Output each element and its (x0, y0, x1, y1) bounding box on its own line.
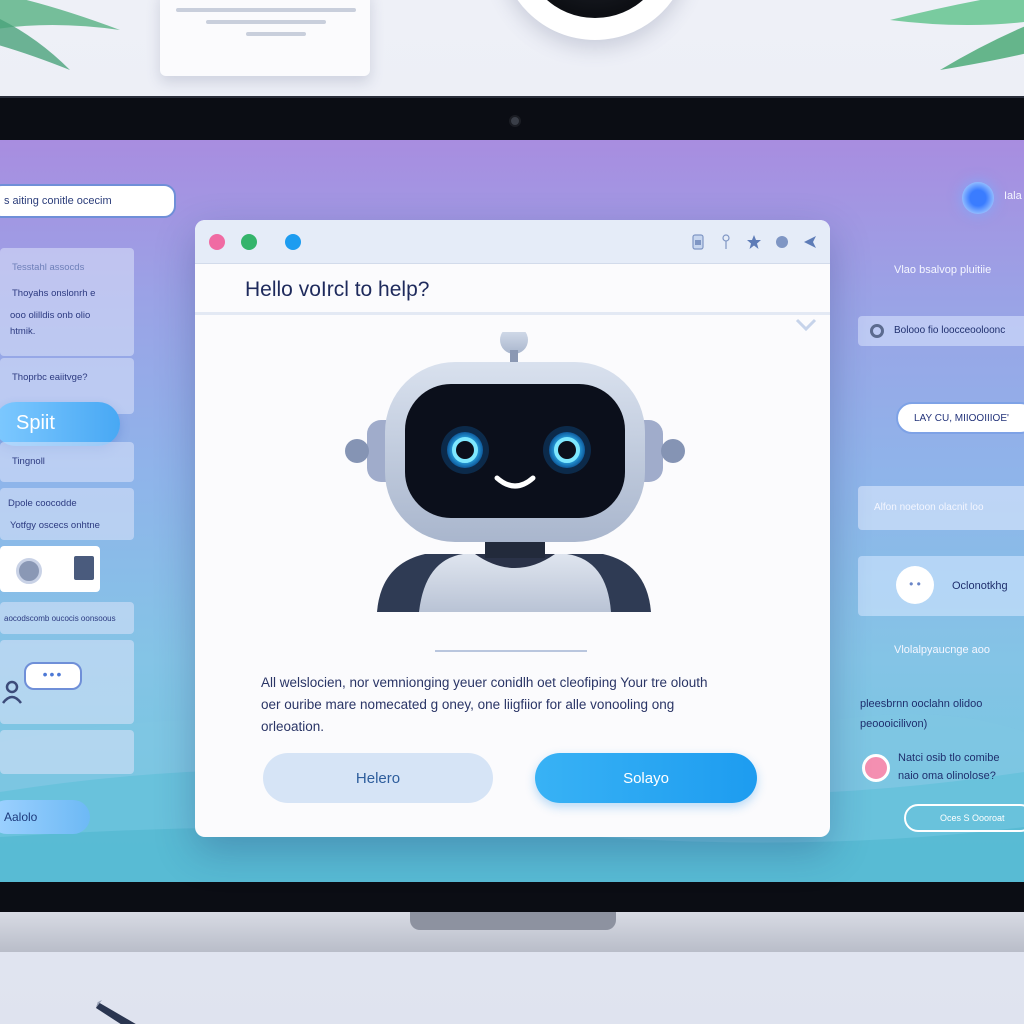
right-line-2: Vlolalpyaucnge aoo (894, 644, 991, 656)
left-card-2-line: Thoprbc eaiitvge? (12, 372, 88, 383)
left-card-1-line-4: htmik. (10, 326, 36, 337)
right-pink-avatar-icon (862, 754, 890, 782)
left-card-1-line-2: Thoyahs onslonrh e (12, 288, 96, 299)
left-card-1-line-3: ooo olilldis onb olio (10, 310, 91, 321)
right-row-text: Bolooo fio loocceooloonc (894, 325, 1006, 336)
left-chat-bubble: s aiting conitle ocecim (0, 184, 176, 218)
right-row-item[interactable]: Bolooo fio loocceooloonc (858, 316, 1024, 346)
right-line-4: peoooicilivon) (860, 718, 928, 730)
left-card-4[interactable]: Dpole coocodde Yotfgy oscecs onhtne (0, 488, 134, 540)
content-divider (435, 650, 587, 652)
person-icon (2, 680, 22, 704)
title-divider (195, 312, 830, 315)
left-card-1-line-1: Tesstahl assocds (12, 262, 85, 273)
doc-icon[interactable] (690, 234, 706, 250)
right-pink-text-2: naio oma olinolose? (898, 770, 996, 782)
dialog-titlebar (195, 220, 830, 264)
right-card-2-dots-icon: • • (896, 566, 934, 604)
toggle-knob[interactable] (16, 558, 42, 584)
desk-note-card (160, 0, 370, 76)
coffee-mug (500, 0, 690, 40)
laptop-hinge-notch (410, 912, 616, 930)
left-card-4-line-2: Yotfgy oscecs onhtne (10, 520, 100, 531)
right-card-text: Alfon noetoon olacnit loo (874, 502, 984, 513)
robot-mascot-illustration (345, 332, 685, 612)
toggle-square-icon (74, 556, 94, 580)
pen-decoration (96, 1000, 136, 1024)
left-card-1[interactable]: Tesstahl assocds Thoyahs onslonrh e ooo … (0, 248, 134, 356)
assistant-dialog: Hello voIrcl to help? All welslocien, no… (195, 220, 830, 837)
right-top-text: Iala (1004, 190, 1022, 202)
assistant-orb-icon[interactable] (962, 182, 994, 214)
left-card-5-line: aocodscomb oucocis oonsoous (4, 614, 116, 623)
dialog-title: Hello voIrcl to help? (245, 278, 430, 301)
primary-button[interactable]: Solayo (535, 753, 757, 803)
webcam (509, 115, 521, 127)
dialog-body-text: All welslocien, nor vemnionging yeuer co… (261, 675, 708, 734)
left-bottom-pill-button[interactable]: Aalolo (0, 800, 90, 834)
left-card-3-line: Tingnoll (12, 456, 45, 467)
left-card-3[interactable]: Tingnoll (0, 442, 134, 482)
send-icon[interactable] (802, 234, 818, 250)
window-minimize-dot[interactable] (241, 234, 257, 250)
right-line-3: pleesbrnn ooclahn olidoo (860, 698, 983, 710)
split-button[interactable]: Spiit (0, 402, 120, 446)
right-card-2[interactable]: • • Oclonotkhg (858, 556, 1024, 616)
right-outline-button[interactable]: Oces S Oooroat (904, 804, 1024, 832)
palm-leaf-left-decoration (0, 0, 120, 70)
circle-icon[interactable] (774, 234, 790, 250)
left-card-5[interactable]: aocodscomb oucocis oonsoous (0, 602, 134, 634)
pin-icon[interactable] (718, 234, 734, 250)
chevron-down-icon[interactable] (795, 318, 817, 332)
left-card-4-line-1: Dpole coocodde (8, 498, 77, 509)
right-line-1: Vlao bsalvop pluitiie (894, 264, 992, 276)
palm-leaf-right-decoration (890, 0, 1024, 70)
right-row-circle-icon (870, 324, 884, 338)
right-pill-input[interactable]: LAY CU, MIIOOIIIOE' (896, 402, 1024, 434)
left-card-7[interactable] (0, 730, 134, 774)
window-close-dot[interactable] (209, 234, 225, 250)
window-maximize-dot[interactable] (285, 234, 301, 250)
left-toggle-widget[interactable] (0, 546, 100, 592)
right-card[interactable]: Alfon noetoon olacnit loo (858, 486, 1024, 530)
star-icon[interactable] (746, 234, 762, 250)
right-pink-text-1: Natci osib tlo comibe (898, 752, 1000, 764)
right-card-2-text: Oclonotkhg (952, 580, 1008, 592)
secondary-button[interactable]: Helero (263, 753, 493, 803)
typing-indicator-bubble: ••• (24, 662, 82, 690)
